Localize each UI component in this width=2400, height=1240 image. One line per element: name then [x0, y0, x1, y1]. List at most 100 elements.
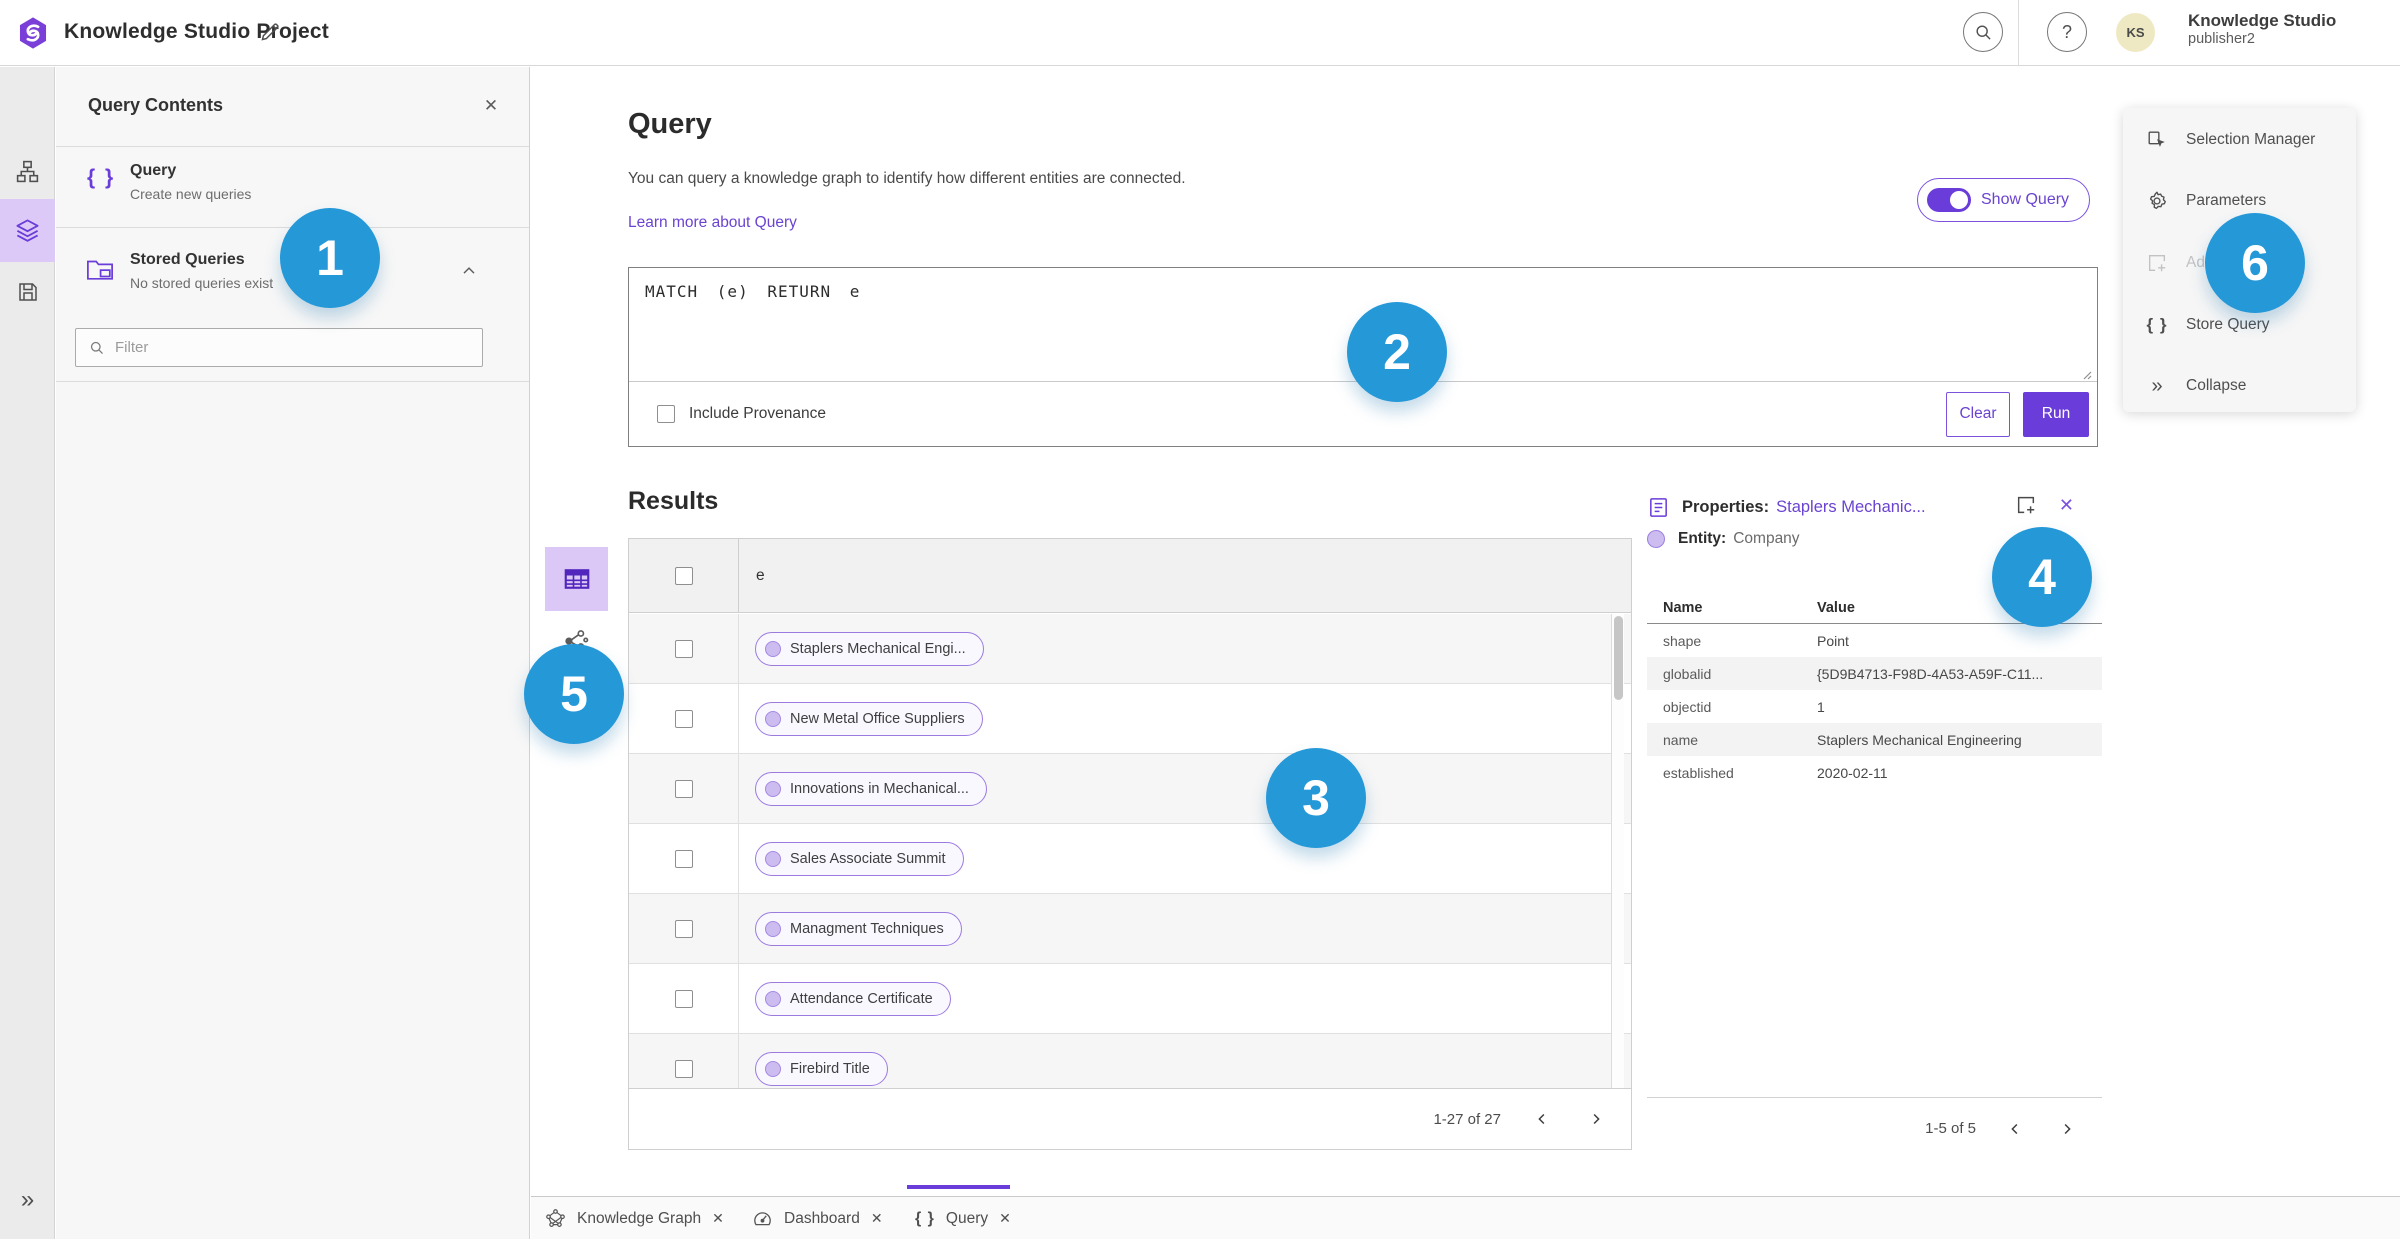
entity-dot-icon	[765, 1060, 781, 1077]
tab-knowledge-graph[interactable]: Knowledge Graph ✕	[545, 1197, 724, 1240]
store-query-item[interactable]: { } Store Query	[2145, 309, 2270, 341]
learn-more-link[interactable]: Learn more about Query	[628, 214, 797, 232]
annotation-badge-1: 1	[280, 208, 380, 308]
annotation-badge-5: 5	[524, 644, 624, 744]
entity-dot-icon	[765, 990, 781, 1007]
include-provenance-checkbox[interactable]	[657, 405, 675, 423]
entity-pill[interactable]: New Metal Office Suppliers	[755, 701, 983, 736]
table-view-button[interactable]	[545, 547, 608, 611]
layers-icon	[16, 219, 39, 242]
results-scrollbar[interactable]	[1611, 614, 1624, 1089]
chevron-up-icon[interactable]	[459, 261, 479, 281]
entity-dot-icon	[765, 640, 781, 657]
close-tab-icon[interactable]: ✕	[712, 1210, 724, 1227]
collapse-item[interactable]: » Collapse	[2145, 370, 2246, 402]
results-title: Results	[628, 487, 719, 515]
property-row: objectid 1	[1663, 698, 1825, 715]
avatar[interactable]: KS	[2116, 13, 2155, 52]
search-button[interactable]	[1963, 12, 2003, 52]
entity-pill[interactable]: Attendance Certificate	[755, 981, 951, 1016]
close-properties-icon[interactable]: ✕	[2059, 495, 2074, 516]
sidebar-item-contents[interactable]	[0, 199, 55, 262]
user-name: Knowledge Studio	[2188, 11, 2337, 30]
sidebar-item-save[interactable]	[0, 264, 55, 320]
show-query-toggle[interactable]: Show Query	[1917, 178, 2090, 222]
entity-pill[interactable]: Innovations in Mechanical...	[755, 771, 987, 806]
properties-label: Properties:	[1682, 497, 1770, 516]
entity-pill[interactable]: Firebird Title	[755, 1051, 888, 1086]
include-provenance-label: Include Provenance	[689, 405, 827, 422]
entity-pill[interactable]: Staplers Mechanical Engi...	[755, 631, 984, 666]
query-description: You can query a knowledge graph to ident…	[628, 170, 1186, 187]
column-header-e: e	[756, 566, 765, 584]
property-row: name Staplers Mechanical Engineering	[1647, 723, 2102, 756]
table-icon	[564, 569, 589, 589]
row-checkbox[interactable]	[674, 639, 693, 658]
add-to-icon[interactable]	[2015, 494, 2037, 516]
entity-dot-icon	[765, 920, 781, 937]
results-table-header: e	[629, 539, 1631, 613]
section-divider	[56, 381, 529, 382]
expand-rail-button[interactable]: »	[0, 1180, 55, 1220]
properties-entity-link[interactable]: Staplers Mechanic...	[1776, 498, 1925, 517]
page-title: Query	[628, 108, 712, 140]
close-panel-icon[interactable]: ✕	[478, 93, 504, 119]
sidebar-item-data-model[interactable]	[0, 143, 55, 199]
braces-icon: { }	[2146, 315, 2168, 334]
scrollbar-thumb[interactable]	[1614, 616, 1623, 700]
tab-dashboard[interactable]: Dashboard ✕	[752, 1197, 883, 1240]
property-row: established 2020-02-11	[1663, 764, 1888, 781]
row-checkbox[interactable]	[674, 989, 693, 1008]
previous-page-button[interactable]	[2002, 1116, 2028, 1142]
item-subtitle: Create new queries	[130, 186, 252, 202]
top-bar: Knowledge Studio Project ? KS Knowledge …	[0, 0, 2400, 66]
panel-header: Query Contents ✕	[56, 67, 529, 147]
next-page-button[interactable]	[1583, 1106, 1609, 1132]
clear-button[interactable]: Clear	[1946, 391, 2010, 437]
save-icon	[18, 283, 37, 301]
add-to-icon	[2145, 252, 2169, 274]
filter-field	[75, 328, 483, 367]
close-tab-icon[interactable]: ✕	[999, 1210, 1011, 1227]
run-button[interactable]: Run	[2023, 391, 2089, 437]
user-role: publisher2	[2188, 31, 2255, 48]
stored-queries-folder-icon	[85, 255, 115, 283]
entity-pill[interactable]: Managment Techniques	[755, 911, 962, 946]
parameters-item[interactable]: Parameters	[2145, 185, 2266, 217]
entity-type: Company	[1733, 530, 1800, 547]
row-checkbox[interactable]	[674, 849, 693, 868]
row-checkbox[interactable]	[674, 919, 693, 938]
select-all-checkbox[interactable]	[674, 566, 693, 585]
help-button[interactable]: ?	[2047, 12, 2087, 52]
entity-pill[interactable]: Sales Associate Summit	[755, 841, 964, 876]
row-checkbox[interactable]	[674, 709, 693, 728]
pagination-range: 1-27 of 27	[1433, 1110, 1501, 1128]
properties-pagination: 1-5 of 5	[1647, 1097, 2102, 1159]
filter-input[interactable]	[105, 339, 482, 356]
contents-item-query[interactable]: { } Query Create new queries	[56, 148, 529, 228]
close-tab-icon[interactable]: ✕	[871, 1210, 883, 1227]
resize-handle-icon[interactable]	[2080, 368, 2092, 380]
left-icon-rail: »	[0, 67, 55, 1239]
row-checkbox[interactable]	[674, 1059, 693, 1078]
active-tab-indicator	[907, 1185, 1010, 1189]
next-page-button[interactable]	[2054, 1116, 2080, 1142]
row-checkbox[interactable]	[674, 779, 693, 798]
data-model-icon	[16, 160, 39, 182]
results-table: e Staplers Mechanical Engi... New Metal …	[628, 538, 1632, 1150]
table-row: Sales Associate Summit	[629, 824, 1631, 894]
annotation-badge-4: 4	[1992, 527, 2092, 627]
double-chevron-right-icon: »	[2151, 374, 2163, 397]
double-chevron-right-icon: »	[20, 1186, 35, 1213]
table-row: Firebird Title	[629, 1034, 1631, 1089]
edit-title-icon[interactable]	[258, 20, 284, 46]
property-row: shape Point	[1663, 632, 1849, 649]
selection-manager-item[interactable]: Selection Manager	[2145, 124, 2315, 156]
property-row: globalid {5D9B4713-F98D-4A53-A59F-C11...	[1647, 657, 2102, 690]
table-row: New Metal Office Suppliers	[629, 684, 1631, 754]
chevron-left-icon	[2011, 1123, 2018, 1134]
previous-page-button[interactable]	[1529, 1106, 1555, 1132]
name-column-header: Name	[1663, 599, 1703, 616]
entity-dot-icon	[765, 850, 781, 867]
tab-query-active[interactable]: { } Query ✕	[915, 1197, 1011, 1240]
